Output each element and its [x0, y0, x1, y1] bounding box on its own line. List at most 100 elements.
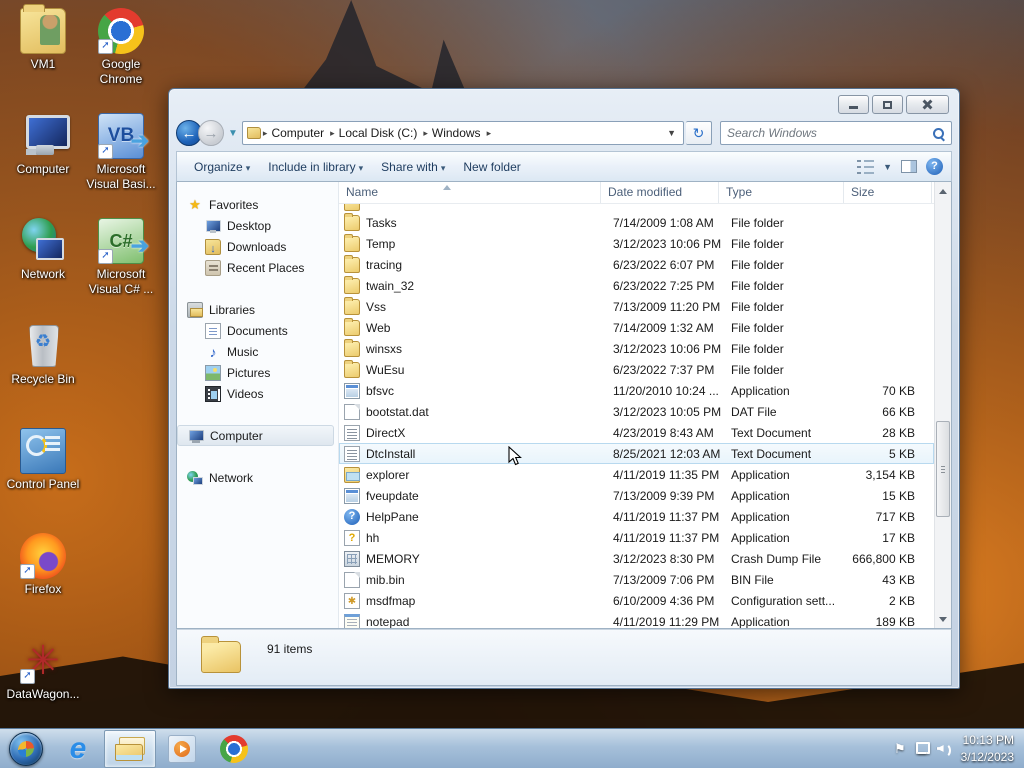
file-size: 189 KB	[875, 614, 915, 629]
notepad[interactable]: notepad 4/11/2019 11:29 PM Application 1…	[339, 611, 934, 628]
column-header[interactable]: Size	[844, 182, 932, 203]
address-dropdown-icon[interactable]: ▼	[664, 128, 679, 138]
maximize-button[interactable]	[872, 95, 903, 114]
Temp[interactable]: Temp 3/12/2023 10:06 PM File folder	[339, 233, 934, 254]
internet-explorer[interactable]: e	[52, 730, 104, 768]
command-bar-item[interactable]: Organize ▾	[185, 156, 259, 178]
bootstat.dat[interactable]: bootstat.dat 3/12/2023 10:05 PM DAT File…	[339, 401, 934, 422]
hh[interactable]: hh 4/11/2019 11:37 PM Application 17 KB	[339, 527, 934, 548]
scroll-down-button[interactable]	[935, 611, 951, 628]
search-input[interactable]	[727, 126, 932, 140]
desktop-icon[interactable]: Network	[4, 216, 82, 321]
column-header[interactable]: Type	[719, 182, 844, 203]
help-icon[interactable]: ?	[926, 158, 943, 175]
desktop-icon[interactable]: DataWagon...	[4, 636, 82, 741]
DirectX[interactable]: DirectX 4/23/2019 8:43 AM Text Document …	[339, 422, 934, 443]
sidebar-item-label: Recent Places	[227, 260, 305, 275]
minimize-button[interactable]	[838, 95, 869, 114]
bfsvc[interactable]: bfsvc 11/20/2010 10:24 ... Application 7…	[339, 380, 934, 401]
sidebar-item[interactable]: Computer	[177, 425, 334, 446]
volume-tray-icon[interactable]	[937, 742, 953, 758]
start-button[interactable]	[0, 730, 52, 768]
mib.bin[interactable]: mib.bin 7/13/2009 7:06 PM BIN File 43 KB	[339, 569, 934, 590]
sidebar-item[interactable]: Favorites	[177, 194, 338, 215]
window-titlebar[interactable]	[176, 89, 952, 117]
file-name: tracing	[366, 257, 403, 272]
DtcInstall[interactable]: DtcInstall 8/25/2021 12:03 AM Text Docum…	[339, 443, 934, 464]
sidebar-item[interactable]: Downloads	[177, 236, 338, 257]
file-name: fveupdate	[366, 488, 419, 503]
action-center-flag-icon[interactable]: ⚑	[894, 741, 906, 757]
scroll-down-icon	[939, 616, 947, 626]
column-header[interactable]: Date modified	[601, 182, 719, 203]
desktop-icon[interactable]: Microsoft Visual C# ...	[82, 216, 160, 321]
desktop-icon[interactable]: VM1	[4, 4, 82, 111]
sidebar-item[interactable]: Music	[177, 341, 338, 362]
tracing[interactable]: tracing 6/23/2022 6:07 PM File folder	[339, 254, 934, 275]
command-bar-item[interactable]: New folder	[454, 156, 532, 178]
explorer[interactable]: explorer 4/11/2019 11:35 PM Application …	[339, 464, 934, 485]
breadcrumb-segment[interactable]: Computer	[267, 124, 328, 142]
desktop-icon-label: Microsoft Visual Basi...	[86, 162, 156, 191]
sidebar-item[interactable]: Documents	[177, 320, 338, 341]
msdfmap[interactable]: msdfmap 6/10/2009 4:36 PM Configuration …	[339, 590, 934, 611]
search-box[interactable]	[720, 121, 952, 145]
breadcrumb-segment[interactable]: Windows	[428, 124, 485, 142]
scroll-up-button[interactable]	[935, 182, 951, 199]
preview-pane-icon[interactable]	[901, 160, 917, 173]
sidebar-item[interactable]: Network	[177, 467, 338, 488]
windows-explorer[interactable]	[104, 729, 156, 768]
address-bar[interactable]: ▸ Computer ▸ Local Disk (C:) ▸ Windows ▸ ▼	[241, 121, 684, 145]
fveupdate[interactable]: fveupdate 7/13/2009 9:39 PM Application …	[339, 485, 934, 506]
desktop-icon[interactable]: Firefox	[4, 531, 82, 636]
desktop-icon[interactable]: Recycle Bin	[4, 321, 82, 426]
Tasks[interactable]: Tasks 7/14/2009 1:08 AM File folder	[339, 212, 934, 233]
recent-pages-dropdown[interactable]: ▼	[228, 128, 238, 139]
desktop-icon[interactable]: Google Chrome	[82, 6, 160, 111]
file-type: Application	[731, 383, 790, 398]
vertical-scrollbar[interactable]	[934, 182, 951, 628]
Vss[interactable]: Vss 7/13/2009 11:20 PM File folder	[339, 296, 934, 317]
desktop-icon-label: Microsoft Visual C# ...	[88, 267, 154, 296]
Web[interactable]: Web 7/14/2009 1:32 AM File folder	[339, 317, 934, 338]
column-header[interactable]: Name	[339, 182, 601, 203]
WuEsu[interactable]: WuEsu 6/23/2022 7:37 PM File folder	[339, 359, 934, 380]
desktop-icon[interactable]: Computer	[4, 111, 82, 216]
sidebar-item[interactable]: Desktop	[177, 215, 338, 236]
HelpPane[interactable]: HelpPane 4/11/2019 11:37 PM Application …	[339, 506, 934, 527]
change-view-dropdown-icon[interactable]: ▼	[883, 162, 892, 172]
scrollbar-track[interactable]	[935, 199, 951, 611]
twain_32[interactable]: twain_32 6/23/2022 7:25 PM File folder	[339, 275, 934, 296]
desktop-icon-image	[20, 428, 66, 474]
breadcrumb-segment[interactable]: Local Disk (C:)	[335, 124, 422, 142]
network-tray-icon[interactable]	[914, 742, 930, 755]
MEMORY[interactable]: MEMORY 3/12/2023 8:30 PM Crash Dump File…	[339, 548, 934, 569]
winsxs[interactable]: winsxs 3/12/2023 10:06 PM File folder	[339, 338, 934, 359]
file-date-modified: 7/13/2009 11:20 PM	[613, 299, 721, 314]
file-row[interactable]	[339, 204, 934, 212]
change-view-icon[interactable]	[857, 159, 875, 174]
sidebar-item-label: Favorites	[209, 197, 259, 212]
sidebar-item-icon	[205, 385, 221, 402]
taskbar-button-icon	[115, 736, 145, 761]
file-name: MEMORY	[366, 551, 420, 566]
file-type: Application	[731, 530, 790, 545]
file-type: BIN File	[731, 572, 774, 587]
dropdown-arrow-icon: ▾	[440, 162, 446, 173]
sidebar-item[interactable]: Videos	[177, 383, 338, 404]
command-bar-item[interactable]: Include in library ▾	[259, 156, 372, 178]
chrome[interactable]	[208, 730, 260, 768]
forward-button[interactable]: →	[198, 120, 224, 146]
command-bar-item[interactable]: Share with ▾	[372, 156, 454, 178]
sidebar-item[interactable]: Libraries	[177, 299, 338, 320]
sidebar-item[interactable]: Recent Places	[177, 257, 338, 278]
media-player[interactable]	[156, 730, 208, 768]
scrollbar-thumb[interactable]	[936, 421, 950, 518]
refresh-button[interactable]: ↻	[686, 121, 712, 145]
sidebar-item[interactable]: Pictures	[177, 362, 338, 383]
taskbar-clock[interactable]: 10:13 PM 3/12/2023	[961, 732, 1014, 764]
close-button[interactable]	[906, 95, 949, 114]
sidebar-item-label: Desktop	[227, 218, 272, 233]
desktop-icon[interactable]: Microsoft Visual Basi...	[82, 111, 160, 216]
desktop-icon[interactable]: Control Panel	[4, 426, 82, 531]
